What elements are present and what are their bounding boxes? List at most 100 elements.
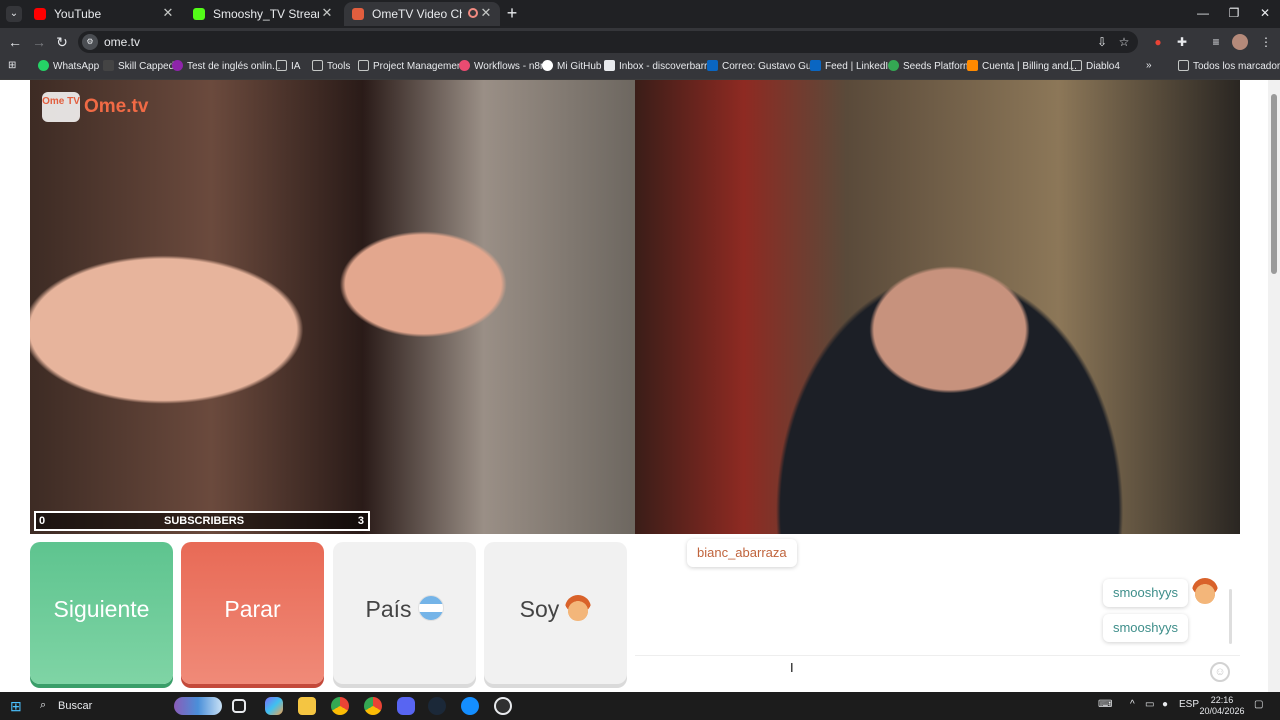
text-cursor-icon: I	[790, 660, 794, 675]
windows-taskbar: ⊞ ⌕ Buscar ⌨ ^ ▭ ● ESP 22:16 20/04/2026 …	[0, 692, 1280, 720]
restore-icon[interactable]: ❐	[1219, 4, 1249, 22]
install-app-icon[interactable]: ⇩	[1094, 34, 1110, 50]
bookmark-outlook[interactable]: Correo: Gustavo Gu...	[707, 60, 820, 76]
chat-message-stranger: bianc_abarraza	[687, 539, 797, 567]
chat-input[interactable]: ☺	[635, 655, 1240, 685]
bookmark-github[interactable]: Mi GitHub	[542, 60, 601, 76]
tab-title: Smooshy_TV Stream - Watch Li	[213, 7, 319, 21]
tab-search-icon[interactable]: ⌄	[6, 6, 22, 22]
menu-icon[interactable]: ⋮	[1258, 34, 1274, 50]
emoji-icon[interactable]: ☺	[1210, 662, 1230, 682]
close-icon[interactable]: ✕	[319, 5, 335, 21]
notifications-icon[interactable]: ▢	[1254, 699, 1263, 710]
chrome-icon[interactable]	[331, 697, 349, 715]
chevron-right-icon[interactable]: »	[1146, 60, 1152, 76]
ometv-page: Ome TV Ome.tv 0 SUBSCRIBERS 3 Siguiente …	[0, 80, 1280, 692]
battle-net-icon[interactable]	[461, 697, 479, 715]
file-explorer-icon[interactable]	[298, 697, 316, 715]
new-tab-button[interactable]: +	[503, 4, 521, 22]
back-icon[interactable]: ←	[6, 33, 24, 51]
folder-icon	[1178, 60, 1189, 71]
folder-icon	[276, 60, 287, 71]
self-video	[635, 80, 1240, 534]
profile-avatar[interactable]	[1232, 34, 1248, 50]
url-text[interactable]: ome.tv	[104, 35, 140, 49]
bookmark-billing[interactable]: Cuenta | Billing and...	[967, 60, 1077, 76]
youtube-icon	[34, 8, 46, 20]
bookmark-folder-project-management[interactable]: Project Management	[358, 60, 465, 76]
task-view-icon[interactable]	[232, 699, 246, 713]
tab-youtube[interactable]: YouTube ✕	[26, 2, 182, 26]
bookmark-star-icon[interactable]: ☆	[1116, 34, 1132, 50]
steam-icon[interactable]	[428, 697, 446, 715]
tab-kick-stream[interactable]: Smooshy_TV Stream - Watch Li ✕	[185, 2, 341, 26]
taskbar-search[interactable]: ⌕ Buscar	[34, 695, 224, 717]
search-icon: ⌕	[40, 699, 47, 711]
page-scrollbar[interactable]	[1268, 80, 1280, 692]
bookmark-english-test[interactable]: Test de inglés onlin...	[172, 60, 280, 76]
skill-capped-icon	[103, 60, 114, 71]
chat-panel: bianc_abarraza smooshyys smooshyys ☺	[635, 534, 1240, 685]
folder-icon	[312, 60, 323, 71]
discord-icon[interactable]	[397, 697, 415, 715]
close-window-icon[interactable]: ✕	[1250, 4, 1280, 22]
chrome-profile-icon[interactable]	[364, 697, 382, 715]
all-bookmarks[interactable]: Todos los marcadores	[1178, 60, 1280, 76]
bookmark-folder-ia[interactable]: IA	[276, 60, 300, 76]
mail-icon	[604, 60, 615, 71]
boy-face-icon	[565, 595, 592, 621]
bookmark-inbox[interactable]: Inbox - discoverbarr...	[604, 60, 715, 76]
argentina-flag-icon	[417, 595, 444, 621]
whatsapp-icon	[38, 60, 49, 71]
media-control-icon[interactable]: ≡	[1208, 34, 1224, 50]
country-button[interactable]: País	[333, 542, 476, 684]
windows-start-icon[interactable]: ⊞	[10, 699, 24, 713]
scrollbar-thumb[interactable]	[1271, 94, 1277, 274]
bookmark-linkedin[interactable]: Feed | LinkedIn	[810, 60, 894, 76]
chevron-up-icon[interactable]: ^	[1130, 699, 1135, 710]
microphone-icon[interactable]: ●	[1162, 699, 1168, 710]
bookmark-n8n[interactable]: Workflows - n8n	[459, 60, 546, 76]
recording-icon	[468, 8, 478, 18]
folder-icon	[1071, 60, 1082, 71]
extensions-icon[interactable]: ✚	[1174, 34, 1190, 50]
network-icon[interactable]: ▭	[1145, 699, 1154, 710]
outlook-icon	[707, 60, 718, 71]
tab-title: OmeTV Video Chat — Ome	[372, 7, 462, 21]
tab-ometv[interactable]: OmeTV Video Chat — Ome ✕	[344, 2, 500, 26]
taskbar-clock[interactable]: 22:16 20/04/2026	[1196, 695, 1248, 717]
forward-icon[interactable]: →	[30, 33, 48, 51]
n8n-icon	[459, 60, 470, 71]
folder-icon	[358, 60, 369, 71]
aws-icon	[967, 60, 978, 71]
copilot-icon[interactable]	[265, 697, 283, 715]
gender-button[interactable]: Soy	[484, 542, 627, 684]
tv-icon: Ome TV	[42, 92, 80, 122]
site-info-icon[interactable]: ⚙	[82, 34, 98, 50]
tab-title: YouTube	[54, 7, 102, 21]
obs-icon[interactable]	[494, 697, 512, 715]
bookmark-skill-capped[interactable]: Skill Capped	[103, 60, 174, 76]
browser-toolbar: ← → ↻ ⚙ ome.tv ⇩ ☆ ● ✚ ≡ ⋮	[0, 28, 1280, 56]
reload-icon[interactable]: ↻	[53, 33, 71, 51]
apps-grid-icon[interactable]: ⊞	[8, 60, 16, 76]
close-icon[interactable]: ✕	[478, 5, 494, 21]
bookmark-folder-tools[interactable]: Tools	[312, 60, 350, 76]
bookmark-folder-diablo4[interactable]: Diablo4	[1071, 60, 1120, 76]
bookmark-whatsapp[interactable]: WhatsApp	[38, 60, 99, 76]
tab-strip: ⌄ YouTube ✕ Smooshy_TV Stream - Watch Li…	[0, 0, 1280, 28]
ef-icon	[172, 60, 183, 71]
stop-button[interactable]: Parar	[181, 542, 324, 684]
bookmark-seeds[interactable]: Seeds Platform	[888, 60, 971, 76]
extension-badge-icon[interactable]: ●	[1150, 34, 1166, 50]
next-button[interactable]: Siguiente	[30, 542, 173, 684]
chat-message-self: smooshyys	[1102, 614, 1188, 642]
address-bar[interactable]: ⚙ ome.tv ⇩ ☆	[78, 31, 1138, 53]
chat-scrollbar[interactable]	[1229, 589, 1232, 644]
keyboard-icon[interactable]: ⌨	[1098, 699, 1112, 710]
close-icon[interactable]: ✕	[160, 5, 176, 21]
ometv-icon	[352, 8, 364, 20]
chat-message-self: smooshyys	[1102, 579, 1188, 607]
kick-icon	[193, 8, 205, 20]
minimize-icon[interactable]: —	[1188, 4, 1218, 22]
